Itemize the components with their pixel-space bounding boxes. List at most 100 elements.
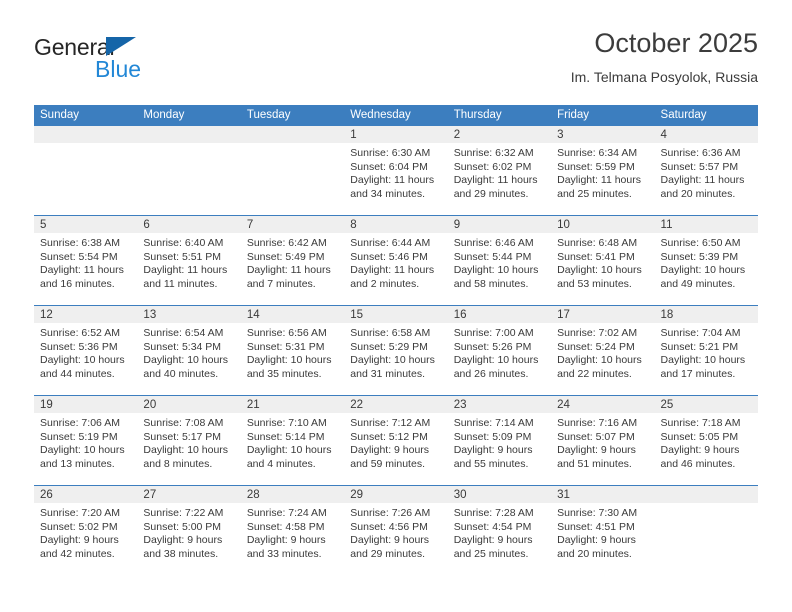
calendar-day-cell[interactable]: 5 Sunrise: 6:38 AM Sunset: 5:54 PM Daylight… [34, 216, 138, 305]
calendar-day-cell[interactable]: 24 Sunrise: 7:16 AM Sunset: 5:07 PM Dayligh… [551, 396, 655, 485]
day-details: Sunrise: 7:14 AM Sunset: 5:09 PM Daylight:… [448, 413, 551, 471]
calendar-day-cell[interactable]: 15 Sunrise: 6:58 AM Sunset: 5:29 PM Dayligh… [344, 306, 448, 395]
calendar-grid: Sunday Monday Tuesday Wednesday Thursday… [34, 105, 758, 575]
daylight-text-line1: Daylight: 9 hours [246, 534, 326, 547]
sunset-text: Sunset: 5:14 PM [246, 430, 325, 443]
calendar-day-cell[interactable]: 26 Sunrise: 7:20 AM Sunset: 5:02 PM Dayligh… [34, 486, 138, 575]
calendar-day-cell[interactable]: 9 Sunrise: 6:46 AM Sunset: 5:44 PM Daylight… [447, 216, 552, 305]
daylight-text-line2: and 31 minutes. [350, 367, 425, 380]
day-number: 16 [447, 306, 552, 323]
day-details: Sunrise: 6:30 AM Sunset: 6:04 PM Daylight:… [344, 143, 447, 201]
weekday-header-friday: Friday [557, 109, 590, 121]
sunrise-text: Sunrise: 7:22 AM [143, 507, 224, 519]
daylight-text-line2: and 17 minutes. [660, 367, 736, 380]
day-number: 30 [447, 486, 552, 503]
daylight-text-line1: Daylight: 9 hours [660, 444, 740, 457]
day-details: Sunrise: 7:20 AM Sunset: 5:02 PM Daylight:… [34, 503, 137, 561]
sunset-text: Sunset: 5:49 PM [246, 250, 325, 263]
calendar-day-cell[interactable]: 20 Sunrise: 7:08 AM Sunset: 5:17 PM Dayligh… [137, 396, 241, 485]
weekday-header-thursday: Thursday [453, 109, 502, 121]
sunrise-text: Sunrise: 7:10 AM [246, 417, 327, 429]
calendar-day-cell[interactable]: 12 Sunrise: 6:52 AM Sunset: 5:36 PM Dayligh… [34, 306, 138, 395]
daylight-text-line2: and 29 minutes. [350, 547, 425, 560]
daylight-text-line1: Daylight: 11 hours [453, 174, 538, 187]
day-number: 23 [447, 396, 552, 413]
day-number: 31 [551, 486, 655, 503]
daylight-text-line2: and 55 minutes. [453, 457, 529, 470]
daylight-text-line2: and 13 minutes. [40, 457, 115, 470]
day-number: 24 [551, 396, 655, 413]
calendar-day-cell[interactable]: 31 Sunrise: 7:30 AM Sunset: 4:51 PM Dayligh… [551, 486, 655, 575]
calendar-day-cell[interactable]: 6 Sunrise: 6:40 AM Sunset: 5:51 PM Daylight… [137, 216, 241, 305]
sunrise-text: Sunrise: 6:48 AM [557, 237, 638, 249]
day-details: Sunrise: 7:30 AM Sunset: 4:51 PM Daylight:… [551, 503, 654, 561]
day-number [654, 486, 758, 503]
brand-name-general: General [34, 34, 115, 60]
daylight-text-line1: Daylight: 10 hours [40, 354, 125, 367]
sunrise-text: Sunrise: 7:24 AM [246, 507, 327, 519]
calendar-day-cell[interactable]: 23 Sunrise: 7:14 AM Sunset: 5:09 PM Dayligh… [447, 396, 552, 485]
day-details: Sunrise: 6:58 AM Sunset: 5:29 PM Daylight:… [344, 323, 447, 381]
calendar-day-cell[interactable]: 8 Sunrise: 6:44 AM Sunset: 5:46 PM Daylight… [344, 216, 448, 305]
daylight-text-line2: and 25 minutes. [557, 187, 632, 200]
calendar-day-cell[interactable]: 3 Sunrise: 6:34 AM Sunset: 5:59 PM Daylight… [551, 126, 655, 215]
calendar-day-cell[interactable]: 17 Sunrise: 7:02 AM Sunset: 5:24 PM Dayligh… [551, 306, 655, 395]
daylight-text-line1: Daylight: 11 hours [40, 264, 124, 277]
day-number: 13 [137, 306, 241, 323]
daylight-text-line2: and 16 minutes. [40, 277, 115, 290]
calendar-day-cell[interactable]: 21 Sunrise: 7:10 AM Sunset: 5:14 PM Dayligh… [240, 396, 345, 485]
sunrise-text: Sunrise: 7:04 AM [660, 327, 741, 339]
calendar-day-cell[interactable]: 30 Sunrise: 7:28 AM Sunset: 4:54 PM Dayligh… [447, 486, 552, 575]
calendar-day-cell[interactable]: 11 Sunrise: 6:50 AM Sunset: 5:39 PM Dayligh… [654, 216, 758, 305]
day-details: Sunrise: 6:36 AM Sunset: 5:57 PM Daylight:… [655, 143, 758, 201]
weekday-header-tuesday: Tuesday [246, 109, 291, 121]
weekday-header-sunday: Sunday [40, 109, 80, 121]
calendar-day-cell[interactable]: 29 Sunrise: 7:26 AM Sunset: 4:56 PM Dayligh… [344, 486, 448, 575]
day-number: 3 [551, 126, 655, 143]
calendar-day-cell[interactable]: 1 Sunrise: 6:30 AM Sunset: 6:04 PM Daylight… [344, 126, 448, 215]
sunset-text: Sunset: 5:57 PM [660, 160, 739, 173]
calendar-day-cell[interactable]: 27 Sunrise: 7:22 AM Sunset: 5:00 PM Dayligh… [137, 486, 241, 575]
calendar-day-cell[interactable]: 16 Sunrise: 7:00 AM Sunset: 5:26 PM Dayligh… [447, 306, 552, 395]
calendar-day-cell[interactable]: 18 Sunrise: 7:04 AM Sunset: 5:21 PM Dayligh… [654, 306, 758, 395]
day-number: 25 [654, 396, 758, 413]
calendar-day-cell[interactable]: 4 Sunrise: 6:36 AM Sunset: 5:57 PM Daylight… [654, 126, 758, 215]
sunset-text: Sunset: 5:24 PM [557, 340, 635, 353]
calendar-day-cell[interactable]: 19 Sunrise: 7:06 AM Sunset: 5:19 PM Dayligh… [34, 396, 138, 485]
calendar-day-cell[interactable]: 22 Sunrise: 7:12 AM Sunset: 5:12 PM Dayligh… [344, 396, 448, 485]
calendar-day-cell[interactable]: 14 Sunrise: 6:56 AM Sunset: 5:31 PM Dayligh… [240, 306, 345, 395]
weekday-header-wednesday: Wednesday [350, 109, 411, 121]
day-number: 7 [240, 216, 345, 233]
sunset-text: Sunset: 5:09 PM [453, 430, 532, 443]
day-details: Sunrise: 7:24 AM Sunset: 4:58 PM Daylight:… [241, 503, 344, 561]
day-number: 4 [654, 126, 758, 143]
day-number: 8 [344, 216, 448, 233]
brand-logo[interactable]: General Blue [34, 34, 274, 92]
day-details [34, 143, 137, 147]
calendar-day-cell[interactable]: 13 Sunrise: 6:54 AM Sunset: 5:34 PM Dayligh… [137, 306, 241, 395]
daylight-text-line2: and 22 minutes. [557, 367, 632, 380]
sunset-text: Sunset: 5:07 PM [557, 430, 635, 443]
daylight-text-line2: and 29 minutes. [453, 187, 529, 200]
day-number: 20 [137, 396, 241, 413]
calendar-day-cell[interactable]: 7 Sunrise: 6:42 AM Sunset: 5:49 PM Daylight… [240, 216, 345, 305]
sunset-text: Sunset: 5:54 PM [40, 250, 118, 263]
sunset-text: Sunset: 5:21 PM [660, 340, 739, 353]
sunrise-text: Sunrise: 7:28 AM [453, 507, 534, 519]
daylight-text-line1: Daylight: 10 hours [143, 354, 229, 367]
daylight-text-line1: Daylight: 11 hours [143, 264, 228, 277]
calendar-day-cell[interactable]: 2 Sunrise: 6:32 AM Sunset: 6:02 PM Daylight… [447, 126, 552, 215]
title-block: October 2025 Im. Telmana Posyolok, Russi… [571, 26, 758, 88]
page-title: October 2025 [594, 28, 758, 58]
day-number: 27 [137, 486, 241, 503]
daylight-text-line2: and 49 minutes. [660, 277, 736, 290]
daylight-text-line2: and 8 minutes. [143, 457, 213, 470]
weekday-header-row: Sunday Monday Tuesday Wednesday Thursday… [34, 105, 758, 126]
daylight-text-line1: Daylight: 10 hours [453, 264, 539, 277]
day-details: Sunrise: 6:44 AM Sunset: 5:46 PM Daylight:… [344, 233, 447, 291]
calendar-day-cell[interactable]: 28 Sunrise: 7:24 AM Sunset: 4:58 PM Dayligh… [240, 486, 345, 575]
calendar-day-cell[interactable]: 10 Sunrise: 6:48 AM Sunset: 5:41 PM Dayligh… [551, 216, 655, 305]
day-number [240, 126, 345, 143]
calendar-day-cell[interactable]: 25 Sunrise: 7:18 AM Sunset: 5:05 PM Dayligh… [654, 396, 758, 485]
daylight-text-line2: and 34 minutes. [350, 187, 425, 200]
